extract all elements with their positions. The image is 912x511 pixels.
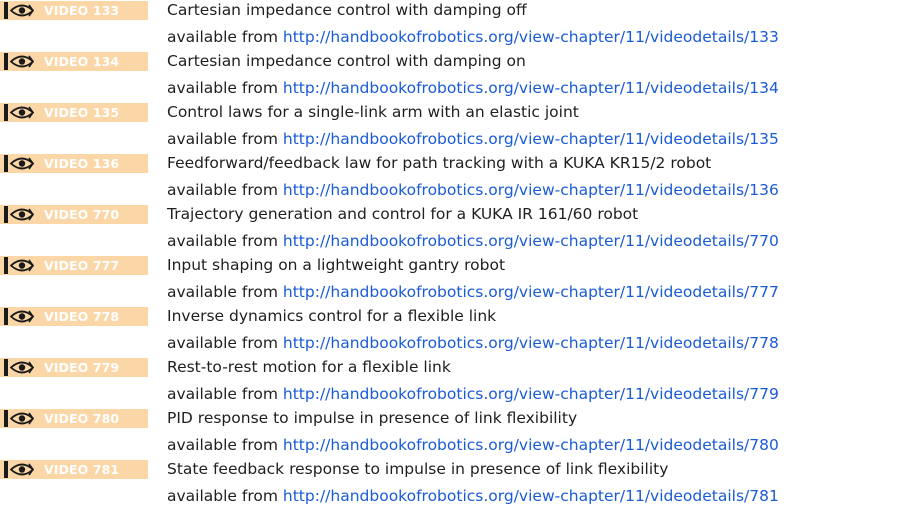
availability-line: available from http://handbookofrobotics… <box>167 333 779 353</box>
availability-prefix: available from <box>167 385 278 403</box>
video-entry: VIDEO 778 Inverse dynamics control for a… <box>0 306 912 357</box>
eye-video-icon <box>10 2 34 19</box>
video-link[interactable]: http://handbookofrobotics.org/view-chapt… <box>283 487 779 505</box>
eye-video-icon <box>10 359 34 376</box>
availability-line: available from http://handbookofrobotics… <box>167 129 779 149</box>
video-badge[interactable]: VIDEO 135 <box>0 103 148 122</box>
badge-bar <box>4 2 8 19</box>
video-entry: VIDEO 779 Rest-to-rest motion for a flex… <box>0 357 912 408</box>
video-title: Input shaping on a lightweight gantry ro… <box>167 256 506 274</box>
video-number: VIDEO 770 <box>44 207 120 222</box>
availability-line: available from http://handbookofrobotics… <box>167 231 779 251</box>
video-badge[interactable]: VIDEO 133 <box>0 1 148 20</box>
video-link[interactable]: http://handbookofrobotics.org/view-chapt… <box>283 79 779 97</box>
video-number: VIDEO 134 <box>44 54 120 69</box>
video-title: Inverse dynamics control for a flexible … <box>167 307 497 325</box>
video-badge[interactable]: VIDEO 134 <box>0 52 148 71</box>
video-title: Rest-to-rest motion for a flexible link <box>167 358 451 376</box>
availability-prefix: available from <box>167 334 278 352</box>
video-title: Cartesian impedance control with damping… <box>167 1 527 19</box>
video-link[interactable]: http://handbookofrobotics.org/view-chapt… <box>283 436 779 454</box>
video-link[interactable]: http://handbookofrobotics.org/view-chapt… <box>283 334 779 352</box>
badge-bar <box>4 155 8 172</box>
badge-bar <box>4 410 8 427</box>
video-link[interactable]: http://handbookofrobotics.org/view-chapt… <box>283 28 779 46</box>
video-title: State feedback response to impulse in pr… <box>167 460 669 478</box>
eye-video-icon <box>10 308 34 325</box>
video-entry: VIDEO 780 PID response to impulse in pre… <box>0 408 912 459</box>
eye-video-icon <box>10 461 34 478</box>
availability-prefix: available from <box>167 181 278 199</box>
availability-line: available from http://handbookofrobotics… <box>167 282 779 302</box>
availability-prefix: available from <box>167 283 278 301</box>
video-badge[interactable]: VIDEO 780 <box>0 409 148 428</box>
video-entry: VIDEO 133 Cartesian impedance control wi… <box>0 0 912 51</box>
eye-video-icon <box>10 155 34 172</box>
video-title: Trajectory generation and control for a … <box>167 205 639 223</box>
video-title: Control laws for a single-link arm with … <box>167 103 579 121</box>
eye-video-icon <box>10 206 34 223</box>
availability-line: available from http://handbookofrobotics… <box>167 27 779 47</box>
video-number: VIDEO 136 <box>44 156 120 171</box>
video-number: VIDEO 780 <box>44 411 120 426</box>
eye-video-icon <box>10 410 34 427</box>
video-entry: VIDEO 777 Input shaping on a lightweight… <box>0 255 912 306</box>
badge-bar <box>4 53 8 70</box>
badge-bar <box>4 104 8 121</box>
video-entry: VIDEO 136 Feedforward/feedback law for p… <box>0 153 912 204</box>
availability-prefix: available from <box>167 130 278 148</box>
video-link[interactable]: http://handbookofrobotics.org/view-chapt… <box>283 181 779 199</box>
video-link[interactable]: http://handbookofrobotics.org/view-chapt… <box>283 385 779 403</box>
video-link[interactable]: http://handbookofrobotics.org/view-chapt… <box>283 130 779 148</box>
video-link[interactable]: http://handbookofrobotics.org/view-chapt… <box>283 283 779 301</box>
availability-prefix: available from <box>167 232 278 250</box>
video-number: VIDEO 777 <box>44 258 120 273</box>
video-number: VIDEO 779 <box>44 360 120 375</box>
availability-prefix: available from <box>167 487 278 505</box>
video-title: Cartesian impedance control with damping… <box>167 52 526 70</box>
eye-video-icon <box>10 104 34 121</box>
video-number: VIDEO 781 <box>44 462 120 477</box>
video-entry: VIDEO 770 Trajectory generation and cont… <box>0 204 912 255</box>
video-badge[interactable]: VIDEO 770 <box>0 205 148 224</box>
video-title: PID response to impulse in presence of l… <box>167 409 578 427</box>
video-entry: VIDEO 781 State feedback response to imp… <box>0 459 912 510</box>
availability-prefix: available from <box>167 79 278 97</box>
badge-bar <box>4 257 8 274</box>
video-list: VIDEO 133 Cartesian impedance control wi… <box>0 0 912 510</box>
badge-bar <box>4 359 8 376</box>
video-badge[interactable]: VIDEO 778 <box>0 307 148 326</box>
video-number: VIDEO 778 <box>44 309 120 324</box>
video-badge[interactable]: VIDEO 779 <box>0 358 148 377</box>
video-number: VIDEO 133 <box>44 3 120 18</box>
video-entry: VIDEO 134 Cartesian impedance control wi… <box>0 51 912 102</box>
video-badge[interactable]: VIDEO 777 <box>0 256 148 275</box>
badge-bar <box>4 308 8 325</box>
eye-video-icon <box>10 53 34 70</box>
video-title: Feedforward/feedback law for path tracki… <box>167 154 712 172</box>
availability-prefix: available from <box>167 28 278 46</box>
badge-bar <box>4 206 8 223</box>
availability-prefix: available from <box>167 436 278 454</box>
video-badge[interactable]: VIDEO 136 <box>0 154 148 173</box>
badge-bar <box>4 461 8 478</box>
availability-line: available from http://handbookofrobotics… <box>167 486 779 506</box>
availability-line: available from http://handbookofrobotics… <box>167 180 779 200</box>
video-link[interactable]: http://handbookofrobotics.org/view-chapt… <box>283 232 779 250</box>
video-number: VIDEO 135 <box>44 105 120 120</box>
video-badge[interactable]: VIDEO 781 <box>0 460 148 479</box>
availability-line: available from http://handbookofrobotics… <box>167 384 779 404</box>
availability-line: available from http://handbookofrobotics… <box>167 78 779 98</box>
eye-video-icon <box>10 257 34 274</box>
video-entry: VIDEO 135 Control laws for a single-link… <box>0 102 912 153</box>
availability-line: available from http://handbookofrobotics… <box>167 435 779 455</box>
